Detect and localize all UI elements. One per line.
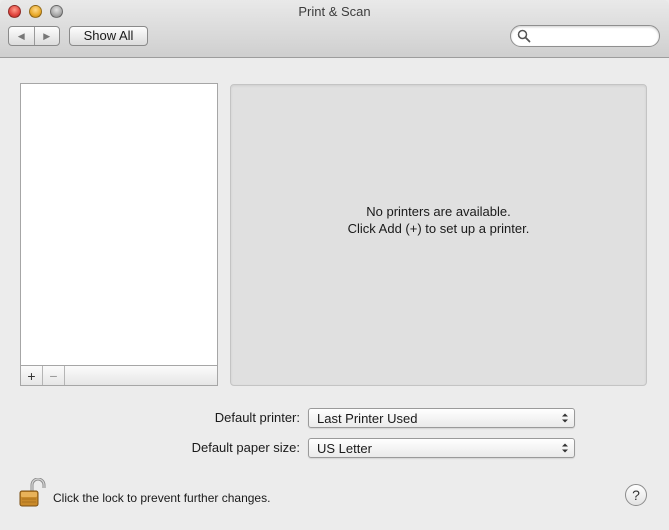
default-printer-value: Last Printer Used bbox=[317, 411, 418, 426]
printer-list-toolbar: + − bbox=[20, 365, 218, 386]
back-button[interactable]: ◀ bbox=[9, 27, 34, 45]
show-all-button[interactable]: Show All bbox=[69, 26, 148, 46]
chevron-left-icon: ◀ bbox=[17, 30, 25, 41]
popup-arrows-icon bbox=[562, 443, 568, 453]
search-field[interactable] bbox=[510, 25, 660, 47]
printer-list[interactable] bbox=[20, 83, 218, 366]
add-printer-button[interactable]: + bbox=[21, 366, 43, 385]
paper-size-label: Default paper size: bbox=[191, 440, 300, 455]
lock-status-text[interactable]: Click the lock to prevent further change… bbox=[53, 491, 270, 505]
chevron-right-icon: ▶ bbox=[43, 30, 51, 41]
default-printer-label: Default printer: bbox=[214, 410, 300, 425]
default-printer-popup[interactable]: Last Printer Used bbox=[308, 408, 575, 428]
paper-size-value: US Letter bbox=[317, 441, 372, 456]
print-scan-window: Print & Scan ◀ ▶ Show All + − No printer… bbox=[0, 0, 669, 530]
empty-state-message: No printers are available. Click Add (+)… bbox=[231, 203, 646, 237]
window-title: Print & Scan bbox=[298, 4, 371, 19]
title-toolbar-bar: Print & Scan ◀ ▶ Show All bbox=[0, 0, 669, 58]
help-button[interactable]: ? bbox=[625, 484, 647, 506]
remove-printer-button[interactable]: − bbox=[43, 366, 65, 385]
search-input[interactable] bbox=[533, 28, 653, 44]
paper-size-popup[interactable]: US Letter bbox=[308, 438, 575, 458]
forward-button[interactable]: ▶ bbox=[33, 27, 60, 45]
popup-arrows-icon bbox=[562, 413, 568, 423]
unlocked-padlock-icon[interactable] bbox=[18, 478, 46, 508]
empty-state-line-2: Click Add (+) to set up a printer. bbox=[347, 221, 530, 236]
search-icon bbox=[517, 29, 531, 43]
printer-detail-pane: No printers are available. Click Add (+)… bbox=[230, 84, 647, 386]
back-forward-control: ◀ ▶ bbox=[8, 26, 60, 46]
empty-state-line-1: No printers are available. bbox=[366, 204, 511, 219]
